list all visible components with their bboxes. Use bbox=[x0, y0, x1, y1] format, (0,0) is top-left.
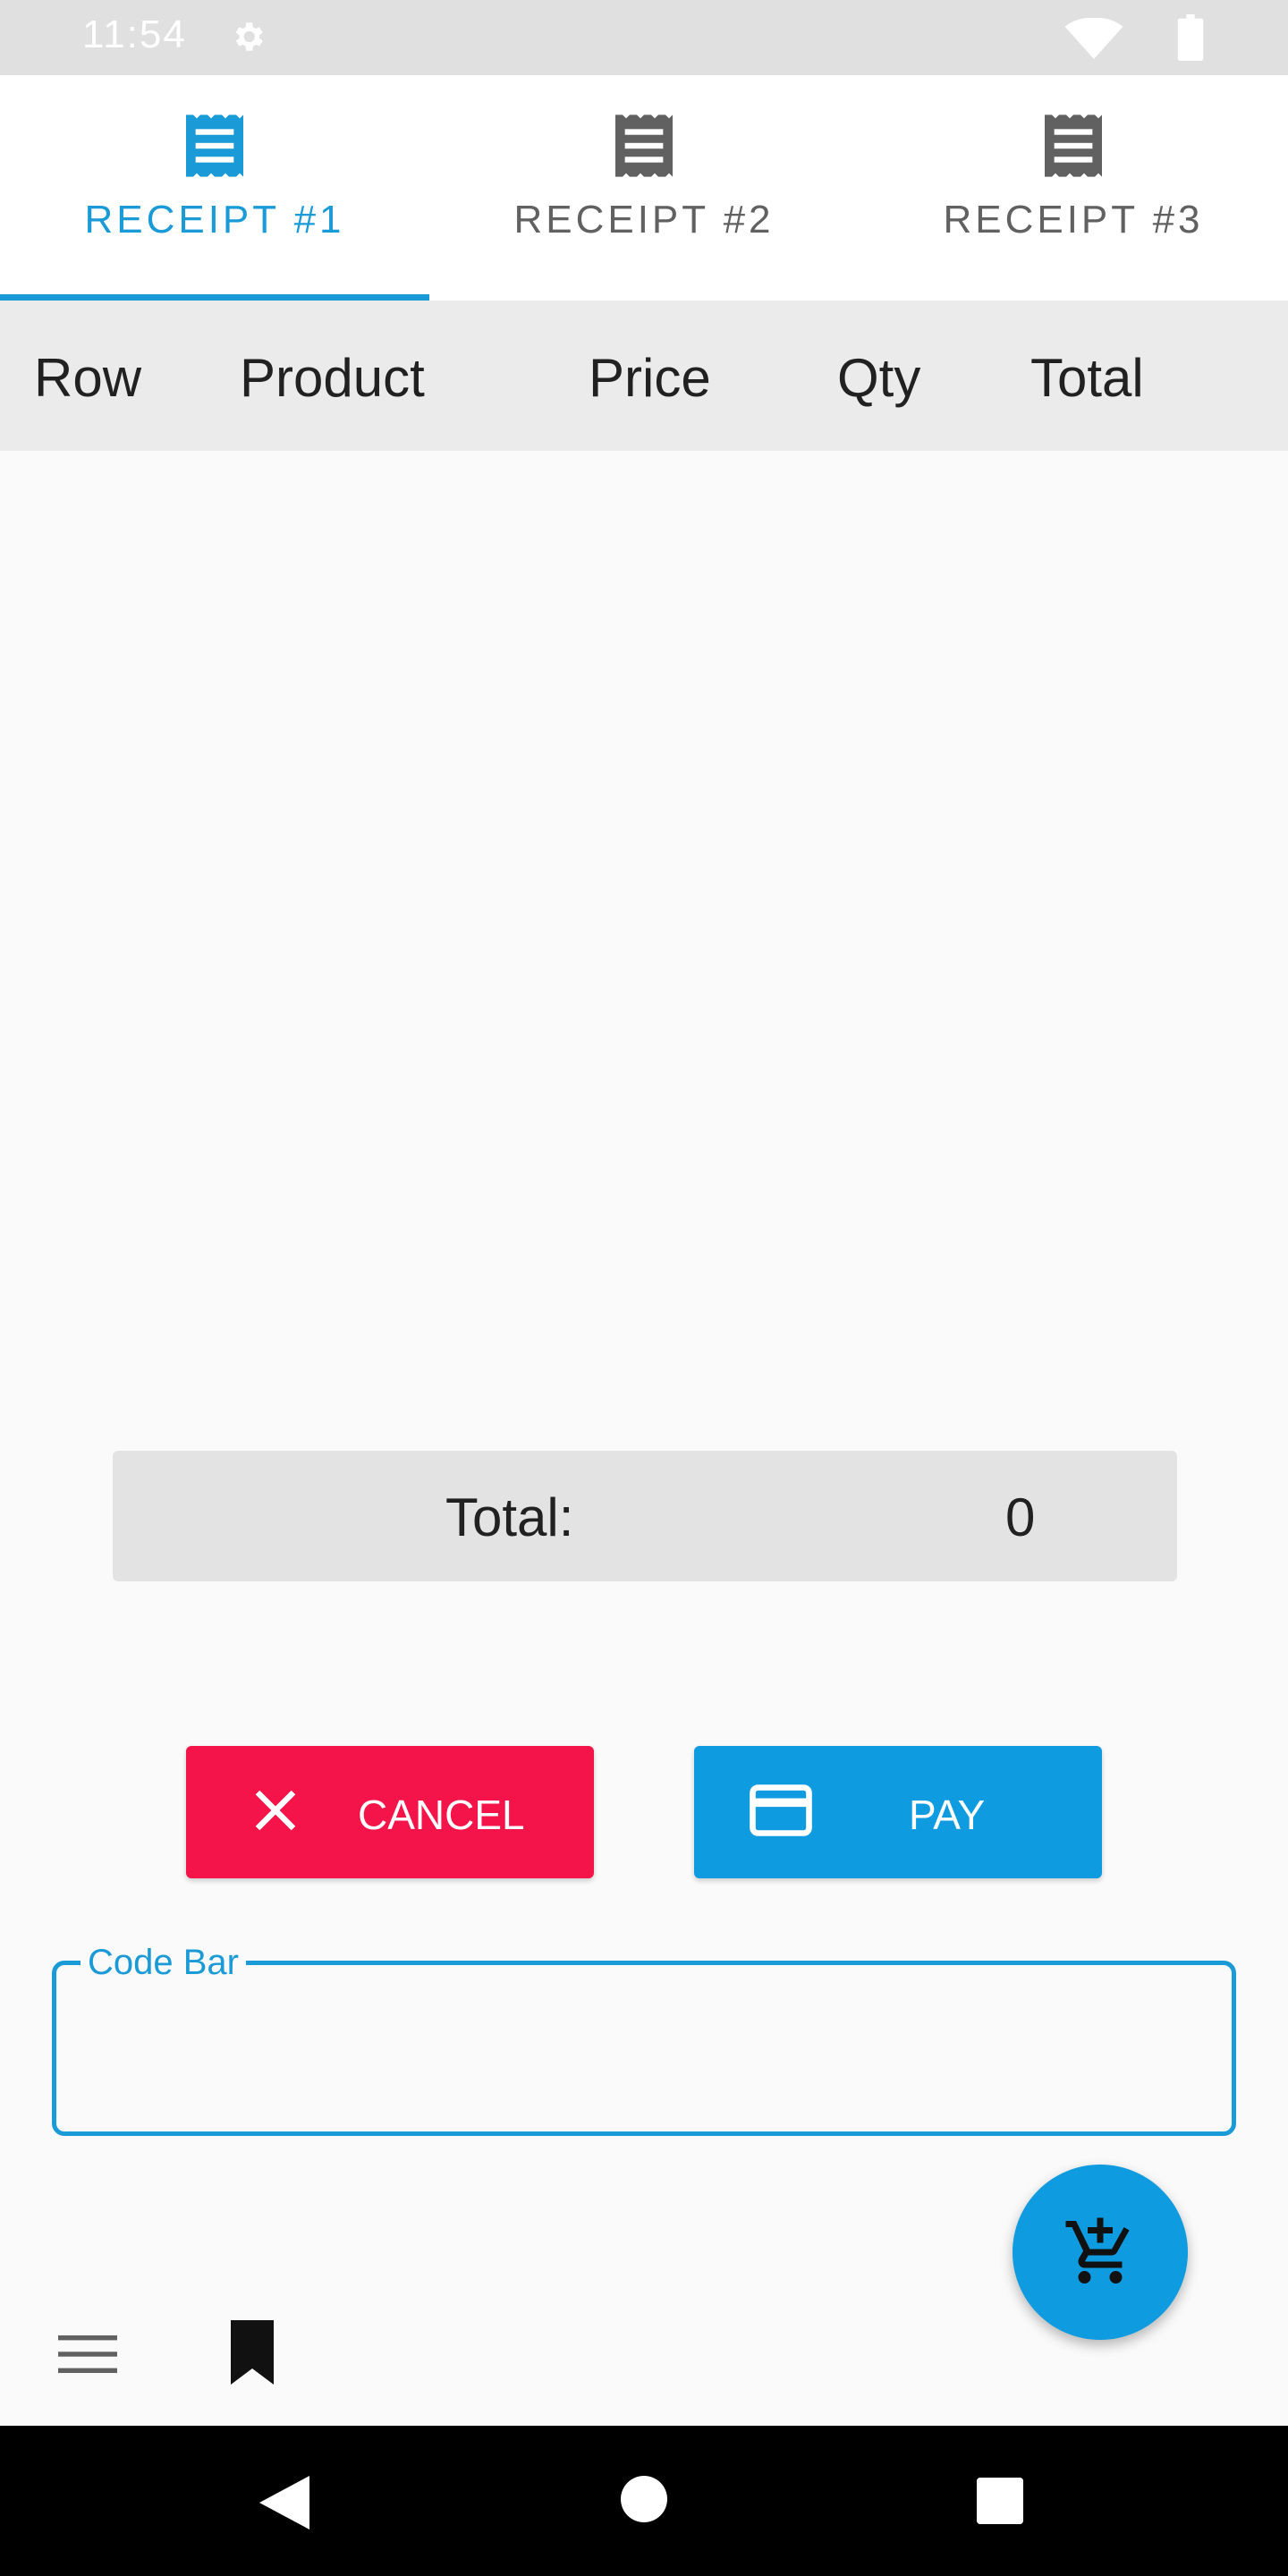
code-bar-input[interactable] bbox=[79, 2004, 1206, 2093]
receipt-icon bbox=[1045, 114, 1102, 182]
status-bar: 11:54 bbox=[0, 0, 1288, 75]
close-icon bbox=[249, 1784, 302, 1847]
code-bar-label: Code Bar bbox=[80, 1943, 246, 1983]
back-icon[interactable] bbox=[259, 2476, 309, 2534]
receipt-items-list[interactable] bbox=[0, 451, 1288, 1435]
receipt-icon bbox=[186, 114, 243, 182]
tab-label: RECEIPT #1 bbox=[84, 198, 345, 242]
total-value: 0 bbox=[1005, 1487, 1036, 1547]
column-header-price: Price bbox=[589, 348, 711, 408]
recents-icon[interactable] bbox=[977, 2478, 1023, 2529]
tab-label: RECEIPT #3 bbox=[943, 198, 1204, 242]
cancel-button[interactable]: CANCEL bbox=[186, 1746, 594, 1878]
credit-card-icon bbox=[748, 1784, 814, 1847]
bookmark-icon[interactable] bbox=[227, 2320, 277, 2385]
cancel-button-label: CANCEL bbox=[358, 1792, 525, 1838]
pay-button-label: PAY bbox=[909, 1792, 986, 1838]
total-row: Total: 0 bbox=[113, 1451, 1177, 1581]
tab-receipt-3[interactable]: RECEIPT #3 bbox=[859, 75, 1288, 301]
tab-receipt-1[interactable]: RECEIPT #1 bbox=[0, 75, 429, 301]
gear-icon bbox=[229, 18, 267, 60]
column-header-product: Product bbox=[240, 348, 425, 408]
table-header: Row Product Price Qty Total bbox=[0, 301, 1288, 451]
home-icon[interactable] bbox=[621, 2476, 667, 2527]
column-header-row: Row bbox=[34, 348, 142, 408]
wifi-icon bbox=[1064, 17, 1123, 64]
tab-label: RECEIPT #2 bbox=[513, 198, 775, 242]
battery-icon bbox=[1177, 14, 1204, 65]
pay-button[interactable]: PAY bbox=[694, 1746, 1102, 1878]
menu-icon[interactable] bbox=[55, 2327, 120, 2381]
receipt-icon bbox=[615, 114, 673, 182]
active-tab-indicator bbox=[0, 294, 429, 301]
tab-receipt-2[interactable]: RECEIPT #2 bbox=[429, 75, 859, 301]
system-nav-bar bbox=[0, 2426, 1288, 2576]
status-time: 11:54 bbox=[82, 13, 187, 56]
column-header-total: Total bbox=[1030, 348, 1144, 408]
column-header-qty: Qty bbox=[837, 348, 921, 408]
receipt-tab-bar: RECEIPT #1 RECEIPT #2 RECEIPT #3 bbox=[0, 75, 1288, 301]
total-label: Total: bbox=[445, 1487, 574, 1547]
add-to-cart-button[interactable] bbox=[1013, 2165, 1188, 2340]
